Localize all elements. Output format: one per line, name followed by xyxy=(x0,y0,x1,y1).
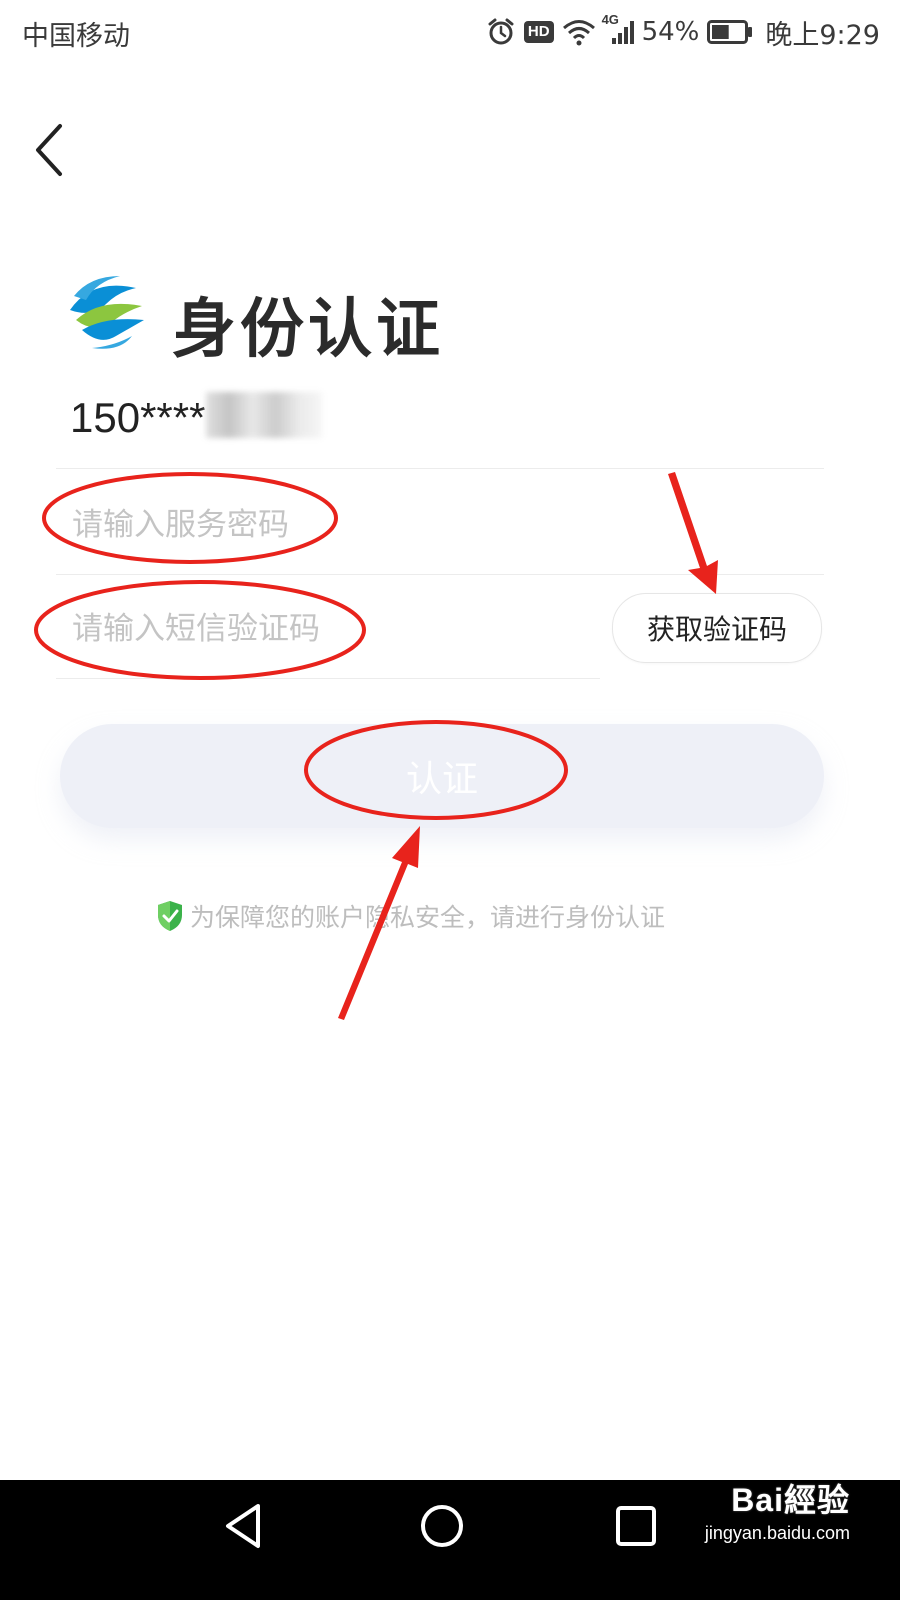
get-code-button[interactable]: 获取验证码 xyxy=(612,593,822,663)
nav-home-button[interactable] xyxy=(418,1502,466,1554)
page-title: 身份认证 xyxy=(172,293,444,367)
divider xyxy=(56,574,824,575)
network-type-label: 4G xyxy=(601,12,619,27)
china-mobile-logo xyxy=(62,270,148,356)
security-notice-text: 为保障您的账户隐私安全，请进行身份认证 xyxy=(190,903,666,932)
baidu-jingyan-watermark: Bai經验 jingyan.baidu.com xyxy=(705,1475,850,1544)
shield-check-icon xyxy=(158,901,182,931)
nav-recents-button[interactable] xyxy=(614,1504,658,1552)
recents-square-icon xyxy=(616,1506,656,1546)
annotation-overlay xyxy=(34,472,718,1020)
battery-icon xyxy=(707,19,753,45)
submit-button[interactable]: 认证 xyxy=(60,724,824,828)
chevron-left-icon xyxy=(36,124,62,176)
sms-code-input[interactable] xyxy=(72,604,582,654)
phone-number-blur xyxy=(206,392,322,438)
divider xyxy=(56,678,600,679)
carrier-name: 中国移动 xyxy=(22,21,130,52)
status-icons: HD 4G 54% 晚上9:29 xyxy=(486,12,880,52)
phone-number: 150**** xyxy=(70,394,206,441)
status-bar: 中国移动 HD 4G 54% 晚上9:29 xyxy=(0,0,900,64)
security-notice: 为保障您的账户隐私安全，请进行身份认证 xyxy=(156,898,665,934)
signal-icon: 4G xyxy=(602,12,634,46)
watermark-brand: Bai經验 xyxy=(731,1482,850,1518)
watermark-url: jingyan.baidu.com xyxy=(704,1523,850,1543)
service-password-input[interactable] xyxy=(72,500,792,550)
back-button[interactable] xyxy=(28,118,76,182)
wifi-icon xyxy=(562,18,596,46)
back-triangle-icon xyxy=(226,1504,260,1548)
nav-back-button[interactable] xyxy=(222,1502,266,1554)
home-circle-icon xyxy=(421,1505,463,1547)
divider xyxy=(56,468,824,469)
alarm-icon xyxy=(486,17,516,47)
hd-icon: HD xyxy=(523,21,554,43)
battery-percent: 54% xyxy=(641,17,700,47)
status-time: 晚上9:29 xyxy=(765,19,880,51)
